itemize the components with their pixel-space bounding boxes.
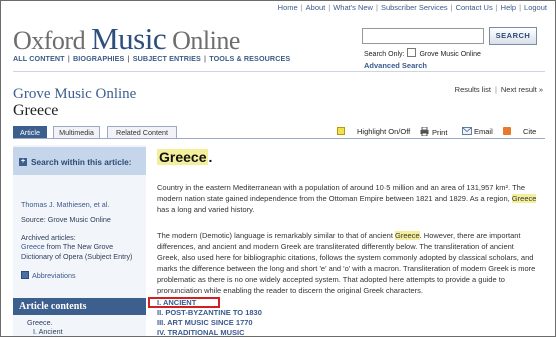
print-button[interactable]: Print bbox=[420, 126, 448, 137]
subnav-tools-resources[interactable]: TOOLS & RESOURCES bbox=[209, 54, 290, 63]
subnav-biographies[interactable]: BIOGRAPHIES bbox=[73, 54, 124, 63]
logo-oxford: Oxford bbox=[13, 26, 92, 55]
grove-only-checkbox[interactable] bbox=[407, 48, 417, 57]
advanced-search-link[interactable]: Advanced Search bbox=[364, 61, 427, 70]
paragraph-1: Country in the eastern Mediterranean wit… bbox=[157, 182, 537, 215]
email-button[interactable]: Email bbox=[462, 127, 493, 136]
search-button[interactable]: SEARCH bbox=[489, 27, 537, 45]
article-heading-text: Greece bbox=[157, 149, 209, 165]
results-list-link[interactable]: Results list bbox=[455, 85, 491, 94]
header-divider bbox=[13, 71, 545, 72]
sidebar-toc-greece[interactable]: Greece. bbox=[27, 318, 53, 327]
search-only-row: Search Only: Grove Music Online bbox=[364, 48, 481, 58]
logout-link[interactable]: Logout bbox=[524, 3, 547, 12]
whats-new-link[interactable]: What's New bbox=[333, 3, 373, 12]
result-navigation: Results list | Next result » bbox=[454, 85, 543, 94]
help-link[interactable]: Help bbox=[501, 3, 516, 12]
site-logo[interactable]: Oxford Music Online bbox=[13, 21, 240, 57]
toc-art-music-link[interactable]: III. ART MUSIC SINCE 1770 bbox=[157, 318, 253, 327]
search-area: SEARCH Search Only: Grove Music Online Ad… bbox=[359, 24, 539, 74]
cite-button[interactable]: Cite bbox=[503, 127, 536, 136]
subnav-subject-entries[interactable]: SUBJECT ENTRIES bbox=[133, 54, 201, 63]
tab-underline bbox=[13, 138, 545, 139]
toc-traditional-music-link[interactable]: IV. TRADITIONAL MUSIC bbox=[157, 328, 245, 336]
cite-label: Cite bbox=[523, 127, 537, 136]
search-only-label: Search Only: bbox=[364, 51, 405, 58]
about-link[interactable]: About bbox=[306, 3, 326, 12]
highlight-label: Highlight On/Off bbox=[357, 127, 411, 136]
p1-text-end: has a long and varied history. bbox=[157, 205, 255, 214]
article-contents-header: Article contents bbox=[13, 298, 146, 315]
email-icon bbox=[462, 127, 472, 135]
section-title: Grove Music Online bbox=[13, 86, 137, 102]
search-within-panel[interactable]: + Search within this article: bbox=[13, 147, 146, 175]
article-heading-suffix: . bbox=[208, 149, 213, 165]
p1-highlight: Greece bbox=[511, 194, 537, 203]
subnav-all-content[interactable]: ALL CONTENT bbox=[13, 54, 65, 63]
archived-entry: Greece from The New Grove Dictionary of … bbox=[21, 242, 139, 262]
archived-greece-link[interactable]: Greece bbox=[21, 242, 45, 251]
subscriber-services-link[interactable]: Subscriber Services bbox=[381, 3, 448, 12]
annotation-box bbox=[148, 297, 220, 308]
search-input[interactable] bbox=[362, 28, 484, 44]
author-link[interactable]: Thomas J. Mathiesen, et al. bbox=[21, 200, 109, 210]
sidebar-toc-ancient[interactable]: I. Ancient bbox=[33, 327, 63, 336]
p2-highlight: Greece bbox=[395, 231, 420, 240]
abbreviations-icon bbox=[21, 271, 29, 279]
search-within-title: Search within this article: bbox=[31, 157, 132, 167]
p2-text: The modern (Demotic) language is remarka… bbox=[157, 231, 396, 240]
highlight-icon bbox=[337, 127, 345, 135]
email-label: Email bbox=[474, 127, 493, 136]
print-label: Print bbox=[432, 128, 448, 137]
highlight-toggle[interactable]: Highlight On/Off bbox=[337, 127, 410, 136]
search-only-option: Grove Music Online bbox=[419, 51, 481, 58]
contact-us-link[interactable]: Contact Us bbox=[456, 3, 493, 12]
cite-icon bbox=[503, 127, 511, 135]
home-link[interactable]: Home bbox=[278, 3, 298, 12]
page-title: Greece bbox=[13, 102, 59, 119]
toc-post-byzantine-link[interactable]: II. POST-BYZANTINE TO 1830 bbox=[157, 308, 262, 317]
printer-icon bbox=[420, 126, 429, 137]
browser-frame: Home | About | What's New | Subscriber Service… bbox=[0, 0, 556, 337]
abbreviations-label: Abbreviations bbox=[32, 271, 76, 280]
logo-music: Music bbox=[91, 21, 167, 56]
p2-text-end: . However, there are important differenc… bbox=[157, 231, 536, 295]
article-heading: Greece. bbox=[157, 149, 212, 165]
source-line: Source: Grove Music Online bbox=[21, 215, 111, 224]
subnav: ALL CONTENT | BIOGRAPHIES | SUBJECT ENTR… bbox=[13, 54, 291, 63]
abbreviations-link[interactable]: Abbreviations bbox=[21, 271, 76, 280]
logo-online: Online bbox=[166, 26, 240, 55]
paragraph-2: The modern (Demotic) language is remarka… bbox=[157, 230, 537, 296]
expand-icon: + bbox=[19, 158, 27, 166]
p1-text: Country in the eastern Mediterranean wit… bbox=[157, 183, 526, 203]
top-links: Home | About | What's New | Subscriber Service… bbox=[277, 3, 547, 12]
next-result-link[interactable]: Next result » bbox=[501, 85, 543, 94]
